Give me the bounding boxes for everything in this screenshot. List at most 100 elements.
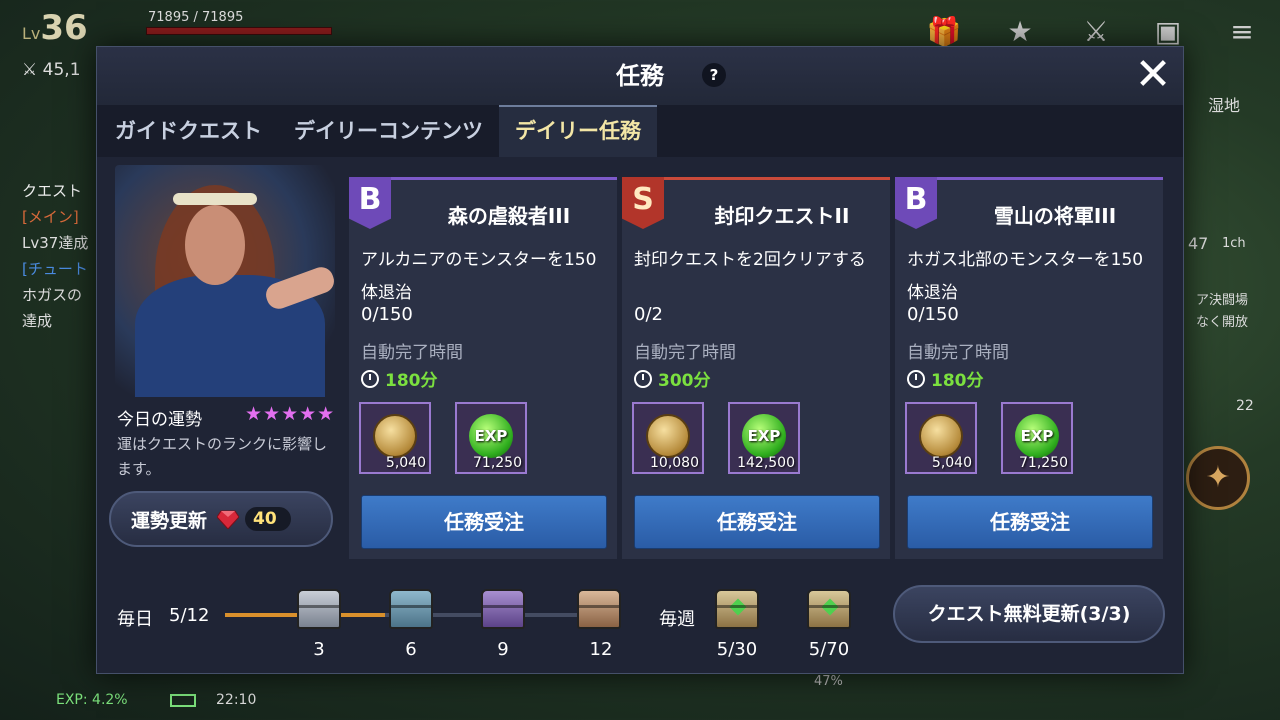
quest-progress: 0/150	[907, 304, 959, 325]
fortune-refresh-button[interactable]: 運勢更新 40	[109, 491, 333, 547]
free-quest-refresh-button[interactable]: クエスト無料更新(3/3)	[893, 585, 1165, 643]
tab-daily-mission[interactable]: デイリー任務	[499, 105, 657, 157]
menu-icon[interactable]: ≡	[1222, 12, 1262, 52]
accept-mission-button[interactable]: 任務受注	[907, 495, 1153, 549]
channel-label[interactable]: 1ch	[1222, 236, 1246, 251]
weekly-label: 毎週	[659, 609, 695, 630]
reward-quantity: 142,500	[737, 455, 795, 471]
accept-mission-button[interactable]: 任務受注	[634, 495, 880, 549]
fortune-refresh-label: 運勢更新	[131, 509, 208, 532]
weekly-chest-icon[interactable]	[807, 589, 851, 629]
gold-coin-icon	[373, 414, 417, 458]
clock-icon	[361, 369, 379, 388]
area-name: 湿地	[1207, 96, 1240, 115]
player-level: Lv36	[22, 8, 88, 48]
rank-badge: B	[895, 177, 937, 229]
hp-bar	[146, 27, 332, 35]
daily-milestone: 3	[313, 639, 325, 660]
tab-daily-content[interactable]: デイリーコンテンツ	[278, 105, 499, 157]
daily-milestone: 9	[497, 639, 509, 660]
weekly-chest-icon[interactable]	[715, 589, 759, 629]
quest-title: 森の虐殺者III	[447, 204, 571, 228]
chest-icon[interactable]	[297, 589, 341, 629]
emerald-icon	[729, 598, 747, 616]
fortune-label: 今日の運勢	[117, 410, 202, 430]
fortune-stars: ★★★★★	[245, 403, 336, 425]
close-icon[interactable]: ✕	[1131, 53, 1175, 99]
exp-orb-icon: EXP	[469, 414, 513, 458]
bottom-percent: 47%	[814, 674, 843, 689]
fortune-character-portrait	[115, 165, 338, 397]
daily-milestone: 6	[405, 639, 417, 660]
auto-time-value: 180分	[931, 371, 984, 391]
auto-complete-label: 自動完了時間	[907, 343, 1009, 363]
auto-time-value: 180分	[385, 371, 438, 391]
auto-complete-label: 自動完了時間	[634, 343, 736, 363]
mission-content: 今日の運勢 ★★★★★ 運はクエストのランクに影響します。 運勢更新 40 B …	[97, 157, 1183, 673]
quest-main: [メイン]	[22, 208, 79, 226]
rank-badge: B	[349, 177, 391, 229]
auto-complete-time: 180分	[361, 366, 438, 391]
quest-description: 封印クエストを2回クリアする	[634, 250, 866, 270]
clock-icon	[634, 369, 652, 388]
reward-quantity: 5,040	[931, 455, 972, 471]
fortune-refresh-cost: 40	[245, 507, 291, 531]
portrait-face	[185, 205, 245, 285]
mission-modal: 任務 ? ✕ ガイドクエスト デイリーコンテンツ デイリー任務 今日の運勢 ★★…	[96, 46, 1184, 674]
ruby-icon	[217, 510, 240, 529]
modal-title: 任務	[616, 62, 664, 90]
accept-mission-button[interactable]: 任務受注	[361, 495, 607, 549]
map-value: 47	[1188, 234, 1209, 253]
quest-main-detail: Lv37達成	[22, 234, 89, 252]
auto-complete-label: 自動完了時間	[361, 343, 463, 363]
potion-count: 22	[1236, 398, 1254, 414]
weekly-milestone: 5/30	[716, 639, 758, 660]
quest-tutorial-detail2: 達成	[22, 312, 53, 330]
daily-label: 毎日	[117, 609, 153, 630]
daily-count: 5/12	[169, 605, 210, 626]
help-icon[interactable]: ?	[702, 63, 726, 87]
event-notice-line2: なく開放	[1196, 315, 1249, 330]
quest-card: S 封印クエストII 封印クエストを2回クリアする 0/2 自動完了時間 300…	[622, 177, 890, 559]
modal-header: 任務 ? ✕	[97, 47, 1183, 105]
quest-progress: 0/2	[634, 304, 663, 325]
chest-icon[interactable]	[481, 589, 525, 629]
reward-quantity: 5,040	[385, 455, 426, 471]
rank-badge: S	[622, 177, 664, 229]
compass-icon[interactable]: ✦	[1186, 446, 1250, 510]
hp-text: 71895 / 71895	[148, 10, 244, 25]
quest-card: B 森の虐殺者III アルカニアのモンスターを150体退治 0/150 自動完了…	[349, 177, 617, 559]
gold-coin-icon	[646, 414, 690, 458]
exp-orb-icon: EXP	[1015, 414, 1059, 458]
clock-icon	[907, 369, 925, 388]
tab-bar: ガイドクエスト デイリーコンテンツ デイリー任務	[97, 105, 1183, 157]
chest-icon[interactable]	[389, 589, 433, 629]
weekly-milestone: 5/70	[808, 639, 850, 660]
reward-exp[interactable]: EXP 142,500	[728, 402, 800, 474]
reward-gold[interactable]: 5,040	[905, 402, 977, 474]
quest-tutorial-detail: ホガスの	[22, 286, 83, 304]
reward-gold[interactable]: 10,080	[632, 402, 704, 474]
quest-tracker[interactable]: クエスト [メイン] Lv37達成 [チュート ホガスの 達成	[22, 178, 88, 334]
chest-icon[interactable]	[577, 589, 621, 629]
emerald-icon	[821, 598, 839, 616]
reward-exp[interactable]: EXP 71,250	[1001, 402, 1073, 474]
event-notice-line1: ア決闘場	[1196, 293, 1249, 308]
reward-gold[interactable]: 5,040	[359, 402, 431, 474]
quest-description: ホガス北部のモンスターを150体退治	[907, 250, 1144, 303]
portrait-flower-crown	[173, 193, 257, 205]
battery-icon	[170, 694, 196, 707]
reward-quantity: 71,250	[1019, 455, 1068, 471]
auto-time-value: 300分	[658, 371, 711, 391]
tab-guide-quest[interactable]: ガイドクエスト	[99, 105, 278, 157]
quest-card: B 雪山の将軍III ホガス北部のモンスターを150体退治 0/150 自動完了…	[895, 177, 1163, 559]
quest-tracker-heading: クエスト	[22, 182, 83, 200]
reward-quantity: 71,250	[473, 455, 522, 471]
daily-milestone: 12	[589, 639, 613, 660]
reward-exp[interactable]: EXP 71,250	[455, 402, 527, 474]
quest-title: 封印クエストII	[714, 204, 850, 228]
combat-power: ⚔ 45,1	[22, 60, 81, 80]
event-notice[interactable]: ア決闘場 なく開放	[1196, 290, 1248, 334]
fortune-description: 運はクエストのランクに影響します。	[117, 435, 328, 478]
auto-complete-time: 300分	[634, 366, 711, 391]
